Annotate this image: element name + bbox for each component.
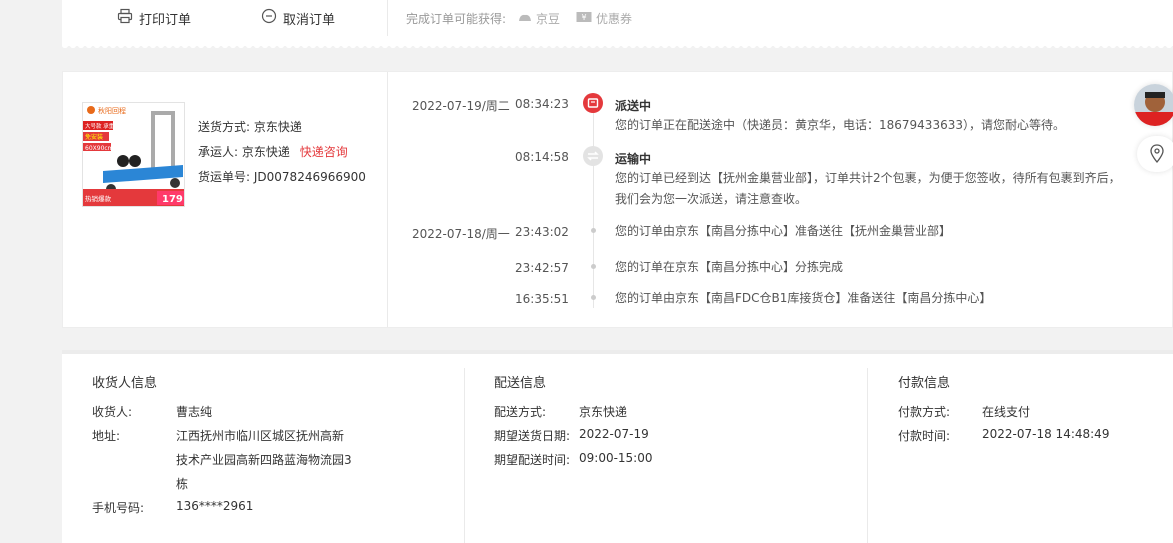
print-order-label: 打印订单 [139,12,192,28]
svg-text:¥: ¥ [581,13,586,22]
bean-icon [518,11,532,26]
minus-circle-icon [261,8,277,28]
timeline-line [593,113,594,308]
printer-icon [117,8,133,28]
tracking-number: JD0078246966900 [253,170,366,184]
delivery-method-value: 京东快递 [579,405,628,419]
column-divider [464,368,465,543]
address-line: 技术产业园高新四路蓝海物流园3 [176,453,352,467]
timeline-dot [591,228,596,233]
timeline-time: 08:34:23 [515,97,569,111]
coupon-label: 优惠券 [596,12,633,26]
transit-status-icon [583,146,603,169]
expected-time-value: 09:00-15:00 [579,451,653,465]
timeline-text: 您的订单由京东【南昌FDC仓B1库接货仓】准备送往【南昌分拣中心】 [615,291,992,305]
timeline-text: 您的订单正在配送途中（快递员：黄京华，电话：18679433633），请您耐心等… [615,118,1065,132]
location-pin-icon [1149,144,1165,167]
timeline-text: 您的订单在京东【南昌分拣中心】分拣完成 [615,260,844,274]
product-image: 秋阳回程 大号款 承重600斤 免安装 60X90cm 热销爆款 179 [83,103,184,206]
coupon-icon: ¥ [576,11,592,26]
timeline-text: 我们会为您一次派送，请注意查收。 [615,192,808,206]
expected-date-label: 期望送货日期: [494,429,571,443]
tracking-row: 货运单号: JD0078246966900 [198,168,366,185]
timeline-date: 2022-07-19/周二 [412,99,510,113]
timeline-title: 派送中 [615,99,652,113]
timeline-dot [591,264,596,269]
tracking-label: 货运单号: [198,170,251,184]
coupon-reward: ¥ 优惠券 [576,10,632,27]
expected-time-label: 期望配送时间: [494,453,571,467]
delivery-method-label: 送货方式: [198,120,251,134]
location-button[interactable] [1137,136,1173,172]
gain-label: 完成订单可能获得: [406,12,507,26]
receiver-name-label: 收货人: [92,405,133,419]
carrier-label: 承运人: [198,145,239,159]
delivery-method-row: 送货方式: 京东快递 [198,118,302,135]
carrier-value: 京东快递 [241,145,290,159]
payment-method-value: 在线支付 [982,405,1031,419]
courier-avatar[interactable] [1134,84,1173,126]
timeline-date: 2022-07-18/周一 [412,227,510,241]
timeline-time: 23:42:57 [515,261,569,275]
delivering-status-icon [583,93,603,116]
address-line: 江西抚州市临川区城区抚州高新 [176,429,345,443]
actions-divider [387,0,388,36]
expected-date-value: 2022-07-19 [579,427,649,441]
shipment-divider [387,72,388,327]
timeline-time: 23:43:02 [515,225,569,239]
cancel-order-label: 取消订单 [283,12,336,28]
timeline-time: 16:35:51 [515,292,569,306]
print-order-button[interactable]: 打印订单 [117,8,191,28]
jd-bean-reward: 京豆 [518,10,560,27]
size-text: 60X90cm [85,145,114,152]
payment-time-label: 付款时间: [898,429,951,443]
carrier-row: 承运人: 京东快递 快递咨询 [198,143,348,160]
timeline-dot [591,295,596,300]
timeline-time: 08:14:58 [515,150,569,164]
timeline-title: 运输中 [615,152,652,166]
courier-consult-link[interactable]: 快递咨询 [300,145,348,159]
column-divider [867,368,868,543]
delivery-title: 配送信息 [494,376,547,391]
timeline-text: 您的订单由京东【南昌分拣中心】准备送往【抚州金巢营业部】 [615,224,952,238]
product-thumbnail[interactable]: 秋阳回程 大号款 承重600斤 免安装 60X90cm 热销爆款 179 [82,102,185,207]
address-line: 栋 [176,477,189,491]
payment-method-label: 付款方式: [898,405,951,419]
delivery-method-label: 配送方式: [494,405,547,419]
price-text: 179 [162,194,183,205]
receiver-name: 曹志纯 [176,405,213,419]
phone-value: 136****2961 [176,499,254,513]
delivery-method-value: 京东快递 [253,120,302,134]
brand-text: 秋阳回程 [98,106,126,115]
cancel-order-button[interactable]: 取消订单 [261,8,335,28]
payment-title: 付款信息 [898,376,951,391]
bean-label: 京豆 [536,12,561,26]
receiver-title: 收货人信息 [92,376,158,391]
address-label: 地址: [92,429,121,443]
payment-time-value: 2022-07-18 14:48:49 [982,427,1110,441]
timeline-text: 您的订单已经到达【抚州金巢营业部】，订单共计2个包裹，为便于您签收，待所有包裹到… [615,171,1121,185]
tag-text: 免安装 [85,133,103,141]
order-info-card [62,350,1173,543]
promo-text: 大号款 承重600斤 [85,122,131,130]
hot-text: 热销爆款 [85,194,112,203]
phone-label: 手机号码: [92,501,145,515]
